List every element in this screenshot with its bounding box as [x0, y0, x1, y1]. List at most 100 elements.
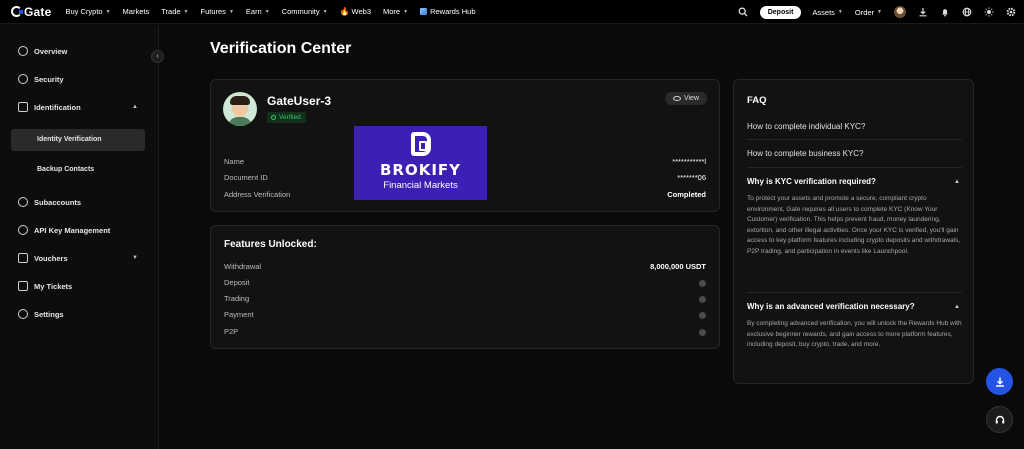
- sidebar: Overview Security Identification ▲ Ident…: [0, 25, 159, 449]
- logo-text: Gate: [24, 4, 52, 19]
- nav-buy-crypto[interactable]: Buy Crypto ▼: [65, 7, 110, 16]
- name-value: ***********l: [672, 157, 706, 166]
- nav-assets[interactable]: Assets ▼: [812, 8, 842, 17]
- faq-question-advanced-verification[interactable]: Why is an advanced verification necessar…: [747, 302, 915, 311]
- brand-name: BROKIFY: [379, 161, 462, 179]
- sidebar-item-settings[interactable]: Settings: [18, 309, 64, 319]
- nav-earn[interactable]: Earn ▼: [246, 7, 270, 16]
- verified-badge: Verified: [267, 112, 306, 123]
- chevron-up-icon[interactable]: ▲: [954, 179, 960, 185]
- check-icon: [699, 312, 706, 319]
- divider: [747, 139, 962, 140]
- nav-rewards-hub[interactable]: Rewards Hub: [420, 7, 476, 16]
- sidebar-item-vouchers[interactable]: Vouchers: [18, 253, 68, 263]
- page-title: Verification Center: [210, 40, 352, 57]
- search-icon[interactable]: [738, 7, 748, 17]
- check-icon: [699, 280, 706, 287]
- nav-right: Deposit Assets ▼ Order ▼: [738, 0, 1016, 24]
- identity-verification-label: Identity Verification: [37, 136, 102, 143]
- faq-answer-why-kyc: To protect your assets and promote a sec…: [747, 195, 961, 255]
- download-app-button[interactable]: [986, 368, 1013, 395]
- feature-payment-label: Payment: [224, 310, 254, 319]
- chevron-left-icon: ‹: [156, 53, 159, 60]
- faq-title: FAQ: [747, 95, 767, 106]
- check-icon: [699, 296, 706, 303]
- chevron-down-icon: ▼: [183, 8, 189, 15]
- sidebar-item-my-tickets[interactable]: My Tickets: [18, 281, 72, 291]
- sidebar-collapse-button[interactable]: ‹: [151, 50, 164, 63]
- sidebar-item-backup-contacts[interactable]: Backup Contacts: [37, 166, 94, 173]
- feature-withdrawal-label: Withdrawal: [224, 262, 262, 271]
- faq-question-business-kyc[interactable]: How to complete business KYC?: [747, 149, 864, 158]
- eye-icon: [672, 96, 681, 101]
- brokify-logo-icon: [411, 132, 431, 156]
- feature-trading-label: Trading: [224, 294, 250, 303]
- api-key-icon: [18, 225, 28, 235]
- document-id-value: *******06: [677, 173, 706, 182]
- view-button[interactable]: View: [664, 92, 707, 105]
- check-circle-icon: [271, 115, 276, 120]
- gear-icon: [18, 309, 28, 319]
- chevron-down-icon: ▼: [228, 8, 234, 15]
- divider: [747, 292, 962, 293]
- feature-deposit-label: Deposit: [224, 278, 250, 287]
- chevron-down-icon[interactable]: ▼: [132, 255, 138, 261]
- sidebar-item-api-key-management[interactable]: API Key Management: [18, 225, 110, 235]
- sidebar-item-subaccounts[interactable]: Subaccounts: [18, 197, 81, 207]
- faq-question-why-kyc[interactable]: Why is KYC verification required?: [747, 177, 876, 186]
- user-avatar[interactable]: [894, 6, 906, 18]
- chevron-up-icon[interactable]: ▲: [954, 304, 960, 310]
- support-button[interactable]: [986, 406, 1013, 433]
- nav-web3[interactable]: 🔥 Web3: [340, 7, 371, 16]
- address-verification-value: Completed: [667, 190, 706, 199]
- nav-community[interactable]: Community ▼: [282, 7, 328, 16]
- download-icon: [995, 377, 1004, 387]
- faq-card: FAQ How to complete individual KYC? How …: [733, 79, 974, 384]
- subaccounts-icon: [18, 197, 28, 207]
- check-icon: [699, 329, 706, 336]
- download-icon[interactable]: [918, 7, 928, 17]
- top-nav: Gate Buy Crypto ▼ Markets Trade ▼ Futures ▼…: [0, 0, 1024, 24]
- nav-trade[interactable]: Trade ▼: [161, 7, 188, 16]
- gate-logo[interactable]: Gate: [11, 5, 51, 19]
- feature-p2p-label: P2P: [224, 327, 239, 336]
- nav-futures[interactable]: Futures ▼: [201, 7, 234, 16]
- brand-subtitle: Financial Markets: [383, 180, 458, 191]
- bell-icon[interactable]: [940, 7, 950, 17]
- rewards-cube-icon: [420, 8, 428, 15]
- chevron-up-icon[interactable]: ▲: [132, 104, 138, 110]
- faq-question-individual-kyc[interactable]: How to complete individual KYC?: [747, 122, 865, 131]
- shield-icon: [18, 74, 28, 84]
- username: GateUser-3: [267, 94, 332, 108]
- voucher-icon: [18, 253, 28, 263]
- theme-sun-icon[interactable]: [984, 7, 994, 17]
- chevron-down-icon: ▼: [264, 8, 270, 15]
- sidebar-item-overview[interactable]: Overview: [18, 46, 67, 56]
- gate-logo-icon: [11, 6, 23, 17]
- nav-order[interactable]: Order ▼: [855, 8, 882, 17]
- features-unlocked-card: Features Unlocked: Withdrawal 8,000,000 …: [210, 225, 720, 349]
- fire-icon: 🔥: [339, 7, 350, 16]
- id-card-icon: [18, 102, 28, 112]
- chevron-down-icon: ▼: [403, 8, 409, 15]
- globe-icon[interactable]: [962, 7, 972, 17]
- divider: [747, 167, 962, 168]
- chevron-down-icon: ▼: [877, 9, 882, 15]
- features-title: Features Unlocked:: [224, 239, 317, 250]
- sidebar-item-security[interactable]: Security: [18, 74, 64, 84]
- name-label: Name: [224, 157, 245, 166]
- faq-answer-advanced-verification: By completing advanced verification, you…: [747, 320, 962, 348]
- settings-gear-icon[interactable]: [1006, 7, 1016, 17]
- nav-more[interactable]: More ▼: [383, 7, 408, 16]
- user-avatar-large: [223, 92, 257, 126]
- sidebar-item-identification[interactable]: Identification: [18, 102, 81, 112]
- deposit-button[interactable]: Deposit: [759, 5, 802, 19]
- address-verification-label: Address Verification: [224, 190, 291, 199]
- nav-markets[interactable]: Markets: [123, 7, 150, 16]
- overview-icon: [18, 46, 28, 56]
- chevron-down-icon: ▼: [837, 9, 843, 15]
- ticket-icon: [18, 281, 28, 291]
- chevron-down-icon: ▼: [322, 8, 328, 15]
- brokify-watermark: BROKIFY Financial Markets: [354, 126, 487, 200]
- chevron-down-icon: ▼: [105, 8, 111, 15]
